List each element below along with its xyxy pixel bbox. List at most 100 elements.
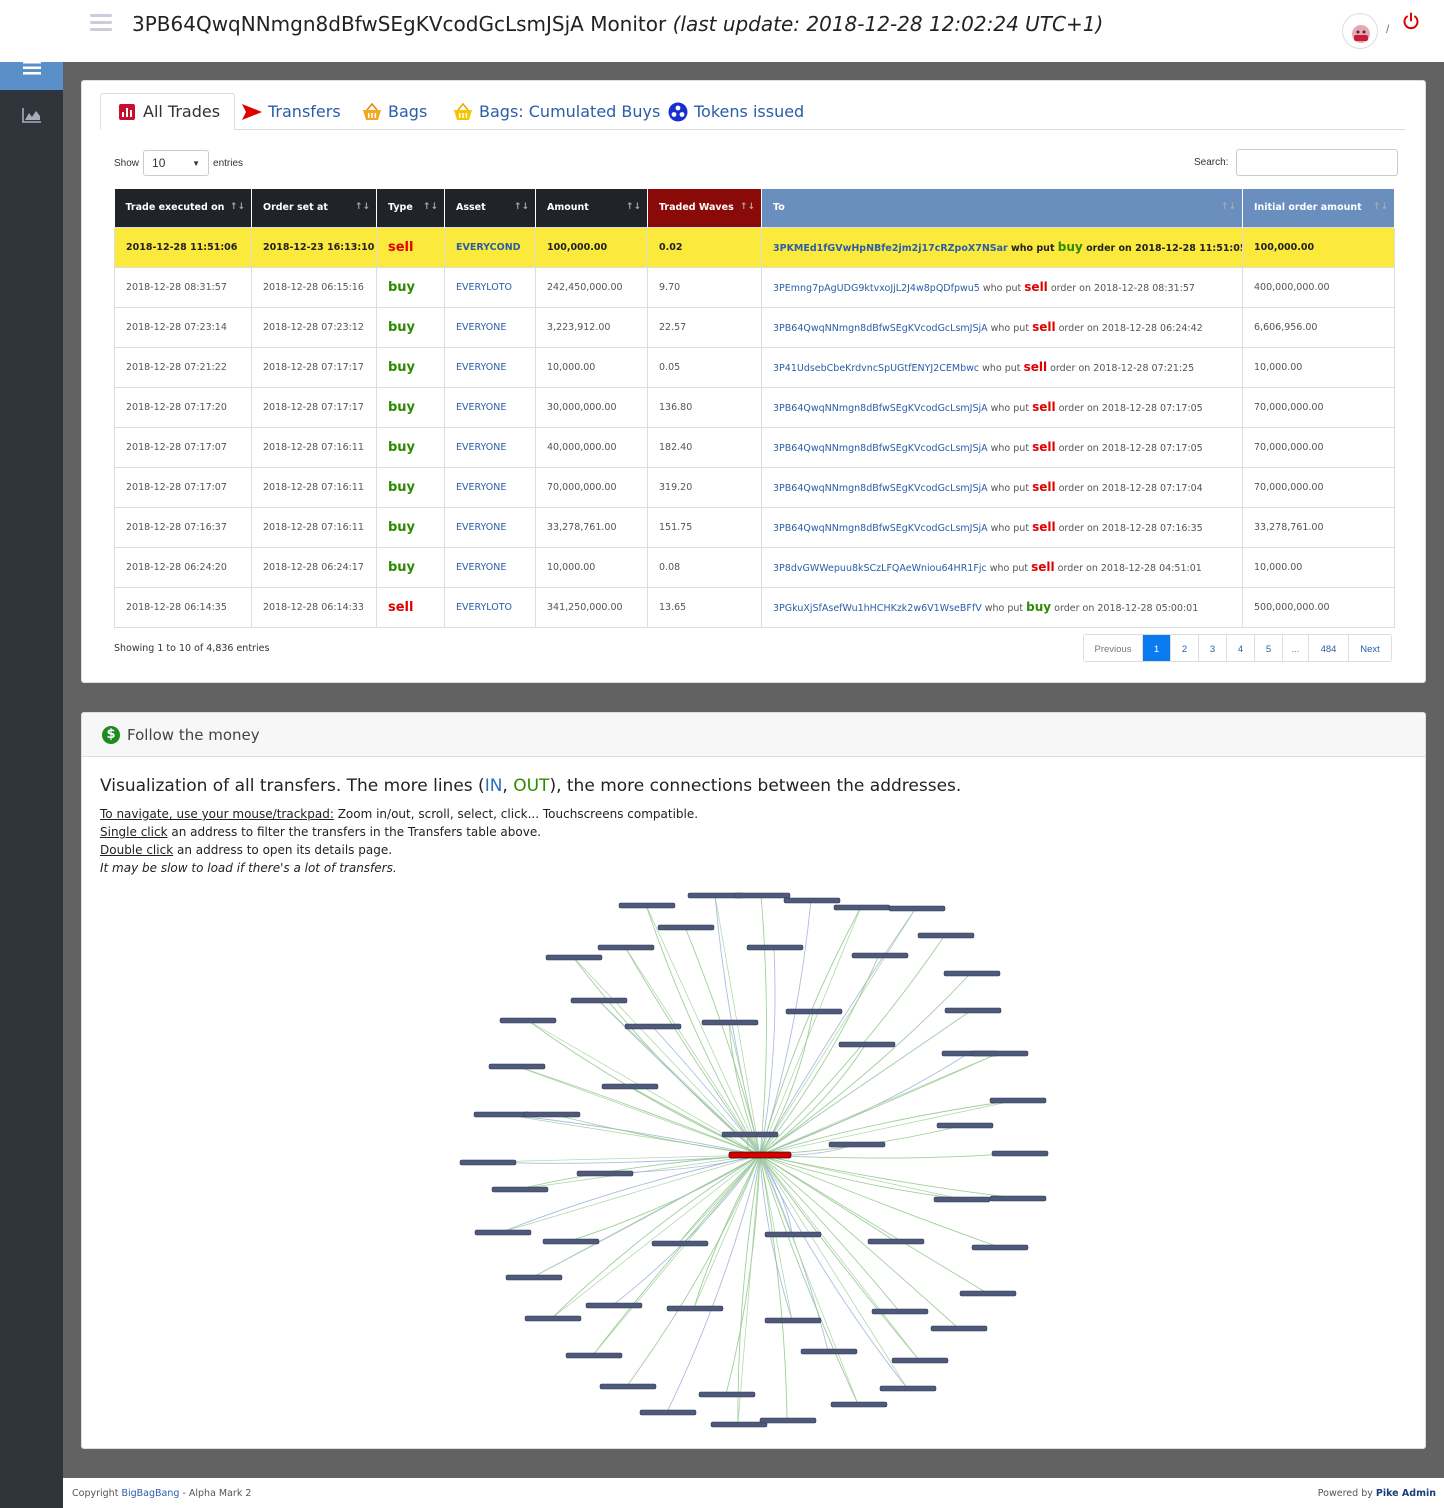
graph-node[interactable] xyxy=(505,1274,563,1281)
graph-node[interactable] xyxy=(701,1019,759,1026)
col-asset[interactable]: Asset ↑↓ xyxy=(444,189,536,227)
asset-link[interactable]: EVERYONE xyxy=(456,522,506,533)
table-row[interactable]: 2018-12-28 08:31:57 2018-12-28 06:15:16 bu… xyxy=(114,266,1395,308)
table-row[interactable]: 2018-12-28 07:21:22 2018-12-28 07:17:17 bu… xyxy=(114,346,1395,388)
asset-link[interactable]: EVERYCOND xyxy=(456,242,521,253)
address-link[interactable]: 3P41UdsebCbeKrdvncSpUGtfENYJ2CEMbwc xyxy=(773,363,979,374)
table-row[interactable]: 2018-12-28 11:51:06 2018-12-23 16:13:10 se… xyxy=(114,226,1395,268)
pagination-page[interactable]: 484 xyxy=(1309,635,1349,661)
pagination-page[interactable]: 4 xyxy=(1227,635,1255,661)
table-row[interactable]: 2018-12-28 07:23:14 2018-12-28 07:23:12 bu… xyxy=(114,306,1395,348)
entries-length-select[interactable]: 10 ▼ xyxy=(143,150,210,176)
graph-node[interactable] xyxy=(746,944,804,951)
footer-brand-link[interactable]: BigBagBang xyxy=(121,1488,179,1499)
graph-node[interactable] xyxy=(576,1170,634,1177)
asset-link[interactable]: EVERYONE xyxy=(456,362,506,373)
search-input[interactable] xyxy=(1236,149,1399,176)
col-to[interactable]: To ↑↓ xyxy=(761,189,1243,227)
graph-node[interactable] xyxy=(499,1017,557,1024)
table-row[interactable]: 2018-12-28 07:17:07 2018-12-28 07:16:11 bu… xyxy=(114,426,1395,468)
pagination-previous[interactable]: Previous xyxy=(1084,635,1143,661)
graph-node[interactable] xyxy=(545,954,603,961)
graph-node[interactable] xyxy=(488,1063,546,1070)
footer-powered-link[interactable]: Pike Admin xyxy=(1376,1488,1436,1499)
graph-node[interactable] xyxy=(459,1159,517,1166)
graph-node[interactable] xyxy=(936,1122,994,1129)
graph-node[interactable] xyxy=(930,1325,988,1332)
col-type[interactable]: Type ↑↓ xyxy=(376,189,445,227)
graph-node[interactable] xyxy=(542,1238,600,1245)
graph-node[interactable] xyxy=(651,1240,709,1247)
pagination-page[interactable]: 5 xyxy=(1255,635,1283,661)
graph-node[interactable] xyxy=(888,905,946,912)
graph-node[interactable] xyxy=(474,1229,532,1236)
asset-link[interactable]: EVERYONE xyxy=(456,482,506,493)
graph-node[interactable] xyxy=(828,1141,886,1148)
graph-node[interactable] xyxy=(759,1417,817,1424)
graph-node[interactable] xyxy=(597,944,655,951)
asset-link[interactable]: EVERYONE xyxy=(456,402,506,413)
address-link[interactable]: 3PB64QwqNNmgn8dBfwSEgKVcodGcLsmJSjA xyxy=(773,403,988,414)
graph-node[interactable] xyxy=(585,1302,643,1309)
graph-node[interactable] xyxy=(565,1352,623,1359)
graph-node[interactable] xyxy=(800,1348,858,1355)
col-initial-order-amount[interactable]: Initial order amount ↑↓ xyxy=(1242,189,1395,227)
asset-link[interactable]: EVERYLOTO xyxy=(456,602,512,613)
address-link[interactable]: 3PGkuXjSfAsefWu1hHCHKzk2w6V1WseBFfV xyxy=(773,603,982,614)
asset-link[interactable]: EVERYONE xyxy=(456,562,506,573)
graph-node[interactable] xyxy=(523,1111,581,1118)
pagination-page[interactable]: 1 xyxy=(1143,635,1171,661)
table-row[interactable]: 2018-12-28 07:16:37 2018-12-28 07:16:11 bu… xyxy=(114,506,1395,548)
address-link[interactable]: 3PB64QwqNNmgn8dBfwSEgKVcodGcLsmJSjA xyxy=(773,523,988,534)
graph-node[interactable] xyxy=(867,1238,925,1245)
hamburger-icon[interactable] xyxy=(90,14,112,32)
graph-node[interactable] xyxy=(721,1131,779,1138)
graph-node[interactable] xyxy=(838,1041,896,1048)
graph-node[interactable] xyxy=(879,1385,937,1392)
graph-node[interactable] xyxy=(710,1421,768,1428)
graph-node[interactable] xyxy=(891,1357,949,1364)
graph-node[interactable] xyxy=(570,997,628,1004)
graph-node[interactable] xyxy=(698,1391,756,1398)
graph-node[interactable] xyxy=(785,1008,843,1015)
address-link[interactable]: 3PB64QwqNNmgn8dBfwSEgKVcodGcLsmJSjA xyxy=(773,443,988,454)
graph-node[interactable] xyxy=(764,1231,822,1238)
graph-node[interactable] xyxy=(871,1308,929,1315)
graph-node[interactable] xyxy=(933,1196,991,1203)
col-order-set-at[interactable]: Order set at ↑↓ xyxy=(251,189,377,227)
graph-node[interactable] xyxy=(989,1195,1047,1202)
graph-node[interactable] xyxy=(851,952,909,959)
sidebar-item-charts[interactable] xyxy=(0,97,63,133)
graph-node[interactable] xyxy=(524,1315,582,1322)
address-link[interactable]: 3PB64QwqNNmgn8dBfwSEgKVcodGcLsmJSjA xyxy=(773,483,988,494)
col-trade-executed-on[interactable]: Trade executed on ↑↓ xyxy=(114,189,252,227)
graph-node[interactable] xyxy=(599,1383,657,1390)
graph-node[interactable] xyxy=(989,1097,1047,1104)
graph-node[interactable] xyxy=(601,1083,659,1090)
tab-tokens-issued[interactable]: Tokens issued xyxy=(668,93,804,130)
pagination-page[interactable]: 2 xyxy=(1171,635,1199,661)
graph-node[interactable] xyxy=(473,1111,531,1118)
transfers-network-graph[interactable] xyxy=(82,713,1425,1448)
graph-node[interactable] xyxy=(991,1150,1049,1157)
graph-node[interactable] xyxy=(491,1186,549,1193)
tab-transfers[interactable]: Transfers xyxy=(242,93,341,130)
asset-link[interactable]: EVERYONE xyxy=(456,442,506,453)
graph-node[interactable] xyxy=(733,892,791,899)
graph-node[interactable] xyxy=(783,897,841,904)
tab-bags-cumulated-buys[interactable]: Bags: Cumulated Buys xyxy=(453,93,660,130)
graph-node[interactable] xyxy=(833,904,891,911)
graph-node[interactable] xyxy=(971,1050,1029,1057)
graph-node[interactable] xyxy=(944,1007,1002,1014)
avatar[interactable] xyxy=(1342,13,1378,49)
asset-link[interactable]: EVERYONE xyxy=(456,322,506,333)
graph-node[interactable] xyxy=(917,932,975,939)
graph-node[interactable] xyxy=(764,1317,822,1324)
graph-node[interactable] xyxy=(971,1244,1029,1251)
graph-node[interactable] xyxy=(657,924,715,931)
pagination-next[interactable]: Next xyxy=(1349,635,1391,661)
col-amount[interactable]: Amount ↑↓ xyxy=(535,189,648,227)
tab-all-trades[interactable]: All Trades xyxy=(100,93,236,130)
graph-node[interactable] xyxy=(666,1305,724,1312)
address-link[interactable]: 3PEmng7pAgUDG9ktvxoJjL2J4w8pQDfpwu5 xyxy=(773,283,980,294)
